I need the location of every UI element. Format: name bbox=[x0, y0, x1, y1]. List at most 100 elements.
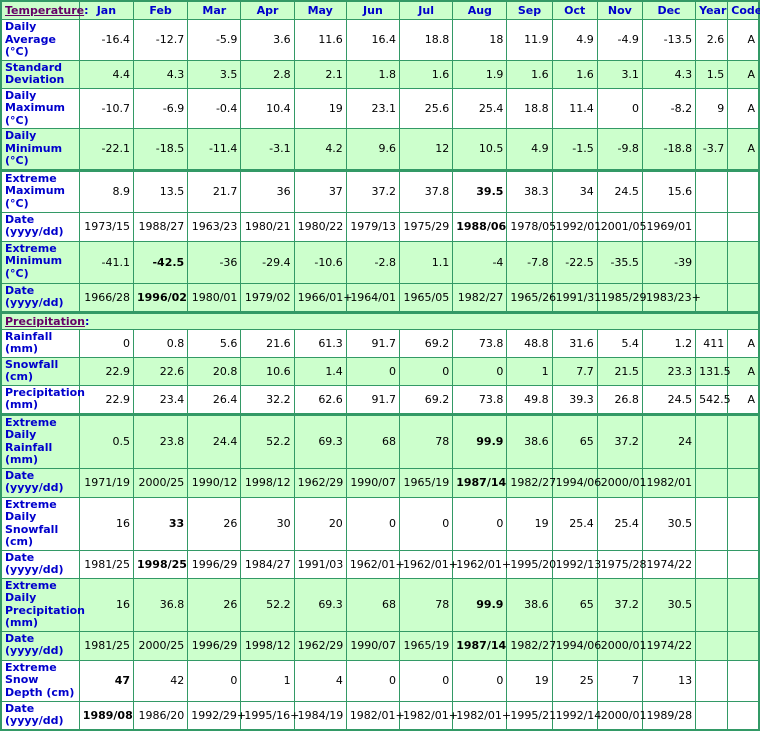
month-value-cell: 1994/06 bbox=[551, 467, 601, 498]
month-value-cell: -18.8 bbox=[641, 128, 697, 171]
climate-table: Temperature: Jan Feb Mar Apr May Jun Jul… bbox=[0, 0, 760, 731]
month-value-cell: 1965/26 bbox=[506, 282, 556, 313]
month-value-cell: 1985/29 bbox=[596, 282, 646, 313]
month-value-cell: -22.1 bbox=[78, 128, 135, 171]
month-value-cell: 1.6 bbox=[399, 59, 454, 89]
month-value-cell: 1966/01+ bbox=[293, 282, 353, 313]
month-value-cell: 1984/27 bbox=[240, 549, 295, 579]
month-value-cell: -10.6 bbox=[293, 240, 347, 284]
month-value-cell: 73.8 bbox=[452, 328, 508, 358]
month-value-cell: 1 bbox=[506, 356, 553, 386]
month-value-cell: 22.6 bbox=[132, 356, 189, 386]
month-value-cell: 69.2 bbox=[399, 384, 454, 415]
month-value-cell: 22.9 bbox=[78, 384, 135, 415]
month-value-cell: 1989/08 bbox=[78, 700, 135, 731]
month-value-cell: 2000/01 bbox=[596, 630, 646, 661]
month-value-cell: 1998/12 bbox=[240, 630, 295, 661]
month-value-cell: 16 bbox=[78, 496, 135, 551]
month-value-cell: 11.9 bbox=[506, 19, 553, 61]
month-value-cell: 24.4 bbox=[187, 412, 242, 469]
month-value-cell: -9.8 bbox=[596, 128, 643, 171]
code-cell bbox=[727, 577, 760, 632]
code-cell bbox=[727, 240, 760, 284]
month-value-cell: 1992/29+ bbox=[187, 700, 246, 731]
month-value-cell: 1981/25 bbox=[78, 549, 135, 579]
month-value-cell: -2.8 bbox=[345, 240, 401, 284]
code-cell bbox=[727, 549, 760, 579]
month-value-cell: 3.6 bbox=[240, 19, 295, 61]
month-value-cell: 0 bbox=[452, 496, 508, 551]
data-row: Extreme Maximum (°C) 8.9 13.5 21.7 36 37 37.2 3… bbox=[0, 168, 760, 213]
month-value-cell: 37.8 bbox=[399, 168, 454, 213]
row-label: Rainfall (mm) bbox=[0, 328, 80, 358]
precipitation-link[interactable]: Precipitation bbox=[5, 315, 85, 328]
month-value-cell: 1969/01 bbox=[641, 211, 697, 242]
month-value-cell: 24 bbox=[641, 412, 697, 469]
month-value-cell: 13 bbox=[641, 659, 697, 702]
month-value-cell: 1965/19 bbox=[399, 467, 454, 498]
month-value-cell: 1962/01+ bbox=[452, 549, 511, 579]
month-value-cell: -4.9 bbox=[596, 19, 643, 61]
precipitation-section-row: Precipitation: bbox=[0, 310, 760, 330]
data-row: Extreme Daily Rainfall (mm) 0.5 23.8 24.4 52… bbox=[0, 412, 760, 469]
month-value-cell: 1996/29 bbox=[187, 630, 242, 661]
month-value-cell: -11.4 bbox=[187, 128, 242, 171]
row-label: Daily Average (°C) bbox=[0, 19, 80, 61]
month-value-cell: 18.8 bbox=[506, 87, 553, 129]
month-value-cell: 48.8 bbox=[506, 328, 553, 358]
month-value-cell: 1962/01+ bbox=[345, 549, 405, 579]
month-value-cell: 37.2 bbox=[596, 412, 643, 469]
code-cell bbox=[727, 467, 760, 498]
code-header: Code bbox=[727, 0, 760, 20]
row-label: Date (yyyy/dd) bbox=[0, 282, 80, 313]
month-value-cell: 9.6 bbox=[345, 128, 401, 171]
month-value-cell: 3.1 bbox=[596, 59, 643, 89]
month-value-cell: 22.9 bbox=[78, 356, 135, 386]
month-value-cell: 2000/01 bbox=[596, 467, 646, 498]
month-value-cell: 1990/07 bbox=[345, 630, 401, 661]
temperature-rows: Daily Average (°C) -16.4 -12.7 -5.9 3.6 11.6 1… bbox=[0, 19, 760, 313]
data-row: Extreme Minimum (°C) -41.1 -42.5 -36 -29.4 -1… bbox=[0, 240, 760, 284]
data-row: Extreme Snow Depth (cm) 47 42 0 1 4 0 0 0 19 25 7 13 bbox=[0, 659, 760, 702]
month-value-cell: 24.5 bbox=[641, 384, 697, 415]
year-value-cell bbox=[695, 700, 729, 731]
month-value-cell: -16.4 bbox=[78, 19, 135, 61]
month-value-cell: 1980/01 bbox=[187, 282, 242, 313]
data-row: Date (yyyy/dd) 1966/28 1996/02 1980/01 1979/… bbox=[0, 282, 760, 313]
month-value-cell: 68 bbox=[345, 577, 401, 632]
temperature-link[interactable]: Temperature bbox=[5, 4, 84, 17]
month-value-cell: -42.5 bbox=[132, 240, 189, 284]
month-value-cell: 99.9 bbox=[452, 412, 508, 469]
row-label: Snowfall (cm) bbox=[0, 356, 80, 386]
month-value-cell: 15.6 bbox=[641, 168, 697, 213]
month-value-cell: 1992/13 bbox=[551, 549, 601, 579]
month-value-cell: 34 bbox=[551, 168, 598, 213]
data-row: Extreme Daily Precipitation (mm) 16 36.8 26… bbox=[0, 577, 760, 632]
month-value-cell: 18.8 bbox=[399, 19, 454, 61]
year-value-cell bbox=[695, 577, 729, 632]
row-label: Extreme Daily Rainfall (mm) bbox=[0, 412, 80, 469]
month-value-cell: 39.5 bbox=[452, 168, 508, 213]
data-row: Daily Minimum (°C) -22.1 -18.5 -11.4 -3.1 4.2… bbox=[0, 128, 760, 171]
row-label: Date (yyyy/dd) bbox=[0, 549, 80, 579]
month-value-cell: 1982/27 bbox=[452, 282, 508, 313]
header-row: Temperature: Jan Feb Mar Apr May Jun Jul… bbox=[0, 0, 760, 20]
code-cell bbox=[727, 211, 760, 242]
month-value-cell: 10.6 bbox=[240, 356, 295, 386]
month-value-cell: 1987/14 bbox=[452, 630, 508, 661]
month-value-cell: 7 bbox=[596, 659, 643, 702]
month-value-cell: 2000/01 bbox=[596, 700, 646, 731]
month-value-cell: 1998/12 bbox=[240, 467, 295, 498]
month-value-cell: 20 bbox=[293, 496, 347, 551]
month-header: Jul bbox=[399, 0, 454, 20]
month-value-cell: 68 bbox=[345, 412, 401, 469]
month-value-cell: 37 bbox=[293, 168, 347, 213]
month-header: Nov bbox=[596, 0, 643, 20]
precipitation-section-header: Precipitation: bbox=[0, 310, 760, 330]
code-cell: A bbox=[727, 87, 760, 129]
month-value-cell: 69.3 bbox=[293, 412, 347, 469]
code-cell bbox=[727, 659, 760, 702]
month-value-cell: 39.3 bbox=[551, 384, 598, 415]
month-value-cell: 33 bbox=[132, 496, 189, 551]
month-value-cell: 26 bbox=[187, 496, 242, 551]
